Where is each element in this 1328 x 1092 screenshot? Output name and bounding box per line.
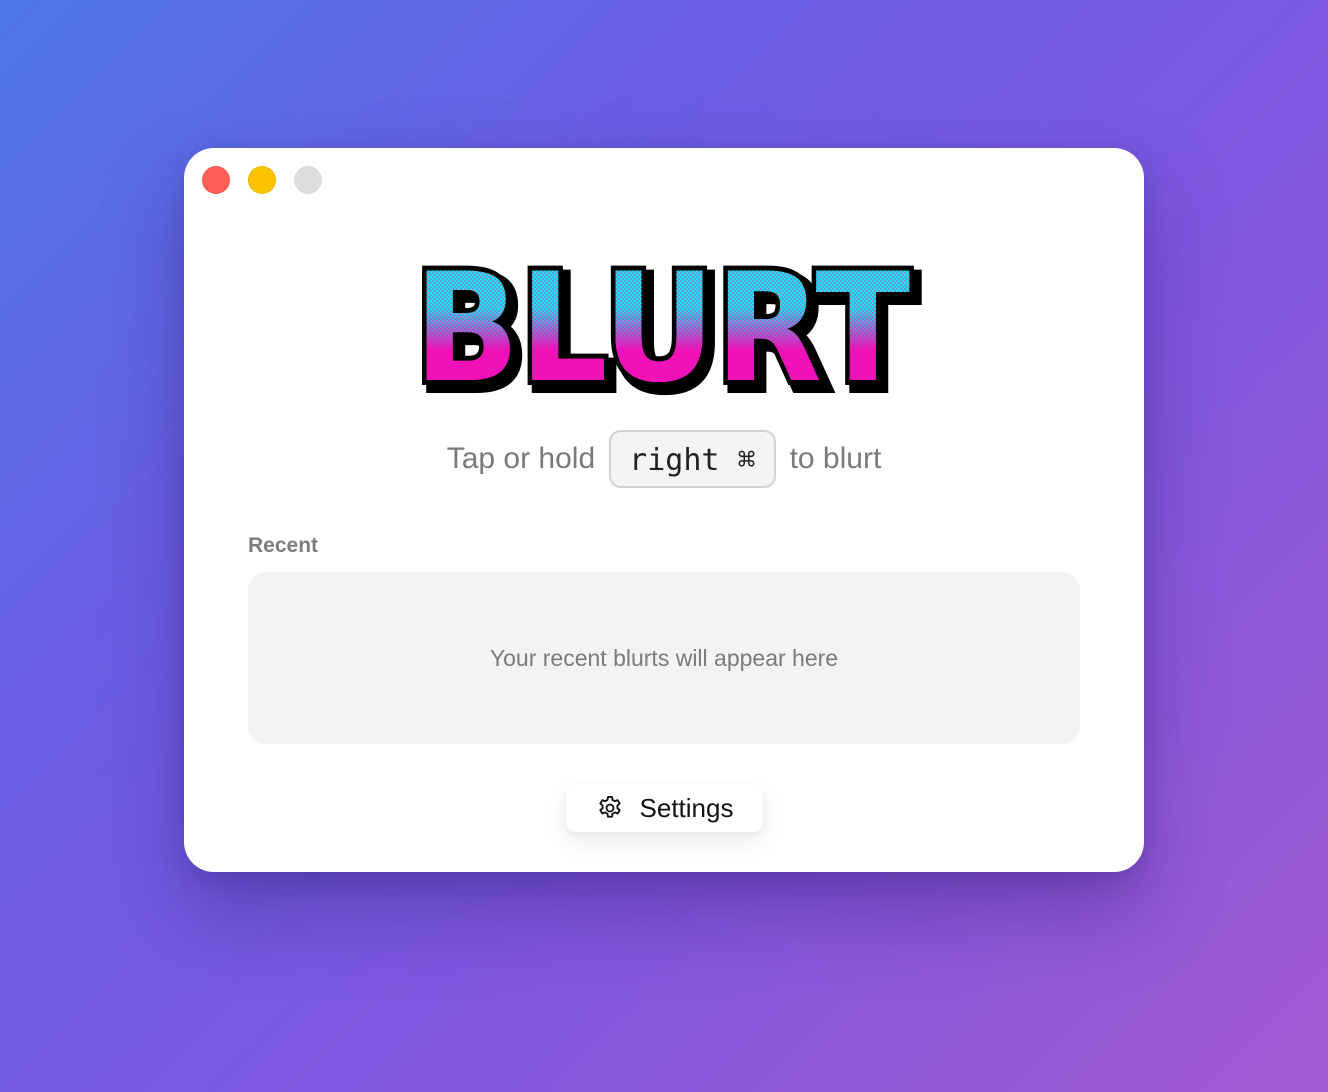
instruction-suffix: to blurt <box>789 442 882 475</box>
logo-highlight: BLURT <box>414 254 910 404</box>
shortcut-key: right ⌘ <box>609 430 776 488</box>
recent-empty-message: Your recent blurts will appear here <box>489 644 839 671</box>
recent-heading: Recent <box>248 534 319 557</box>
close-button[interactable] <box>202 166 230 194</box>
recent-list: Your recent blurts will appear here <box>248 572 1080 744</box>
blurt-logo: BLURT BLURT BLURT BLURT <box>409 254 922 404</box>
settings-button[interactable]: Settings <box>566 784 763 832</box>
settings-label: Settings <box>639 792 734 823</box>
window-controls <box>202 166 322 194</box>
minimize-button[interactable] <box>248 166 276 194</box>
shortcut-instruction: Tap or hold right ⌘ to blurt <box>184 430 1144 488</box>
zoom-button[interactable] <box>294 166 322 194</box>
app-window: BLURT BLURT BLURT BLURT Tap or hold righ… <box>184 148 1144 872</box>
gear-icon <box>598 795 621 818</box>
instruction-prefix: Tap or hold <box>446 442 596 475</box>
